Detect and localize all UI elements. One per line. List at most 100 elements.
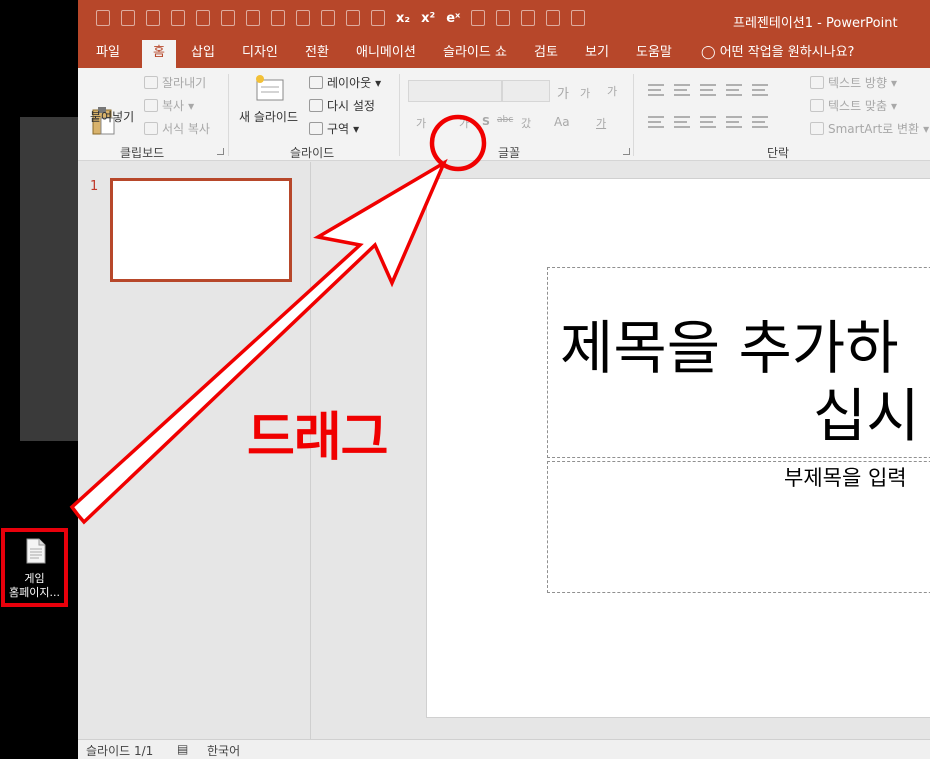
- paste-label[interactable]: 붙여넣기: [90, 108, 134, 125]
- font-name-select[interactable]: [408, 80, 502, 102]
- slide-counter: 슬라이드 1/1: [86, 744, 154, 758]
- line-spacing-icon[interactable]: [752, 84, 768, 96]
- font-launcher-icon[interactable]: [623, 148, 630, 155]
- tab-animations[interactable]: 애니메이션: [356, 40, 416, 68]
- title-placeholder[interactable]: 제목을 추가하 십시: [547, 267, 930, 458]
- tab-file[interactable]: 파일: [96, 40, 120, 68]
- tell-me-search[interactable]: ◯ 어떤 작업을 원하시나요?: [701, 40, 854, 68]
- char-spacing-button[interactable]: 갔: [521, 115, 531, 131]
- background-window: [20, 117, 78, 441]
- shape-effects-icon[interactable]: [346, 10, 360, 26]
- font-color-button[interactable]: 가: [596, 115, 606, 131]
- new-slide-button[interactable]: 새 슬라이드: [239, 108, 298, 125]
- align-icon[interactable]: [146, 10, 160, 26]
- distribute-icon[interactable]: [171, 10, 185, 26]
- align-center-icon[interactable]: [674, 116, 690, 128]
- increase-indent-icon[interactable]: [726, 84, 742, 96]
- desktop-file-icon[interactable]: 게임 홈페이지...: [1, 528, 68, 607]
- arrange-icon[interactable]: [246, 10, 260, 26]
- new-file-icon[interactable]: [121, 10, 135, 26]
- document-icon: [26, 538, 46, 564]
- tab-transitions[interactable]: 전환: [305, 40, 329, 68]
- copy-icon: [144, 99, 158, 112]
- clipboard-launcher-icon[interactable]: [217, 148, 224, 155]
- clear-format-button[interactable]: 가: [607, 83, 617, 99]
- shadow-button[interactable]: S: [482, 115, 490, 128]
- reset-label: 다시 설정: [327, 99, 375, 113]
- ribbon: 붙여넣기 잘라내기 복사 ▾ 서식 복사 클립보드 새 슬라이드 레이아웃 ▾ 다시…: [78, 68, 930, 161]
- tab-view[interactable]: 보기: [585, 40, 609, 68]
- format-painter-button[interactable]: 서식 복사: [144, 120, 210, 137]
- strikethrough-button[interactable]: abc: [497, 115, 513, 125]
- reset-button[interactable]: 다시 설정: [309, 97, 375, 114]
- new-slide-icon[interactable]: [254, 74, 286, 102]
- superscript-button[interactable]: x²: [421, 11, 435, 26]
- numbering-icon[interactable]: [674, 84, 690, 96]
- table-grid-icon[interactable]: [571, 10, 586, 26]
- slide-editor: 제목을 추가하 십시 부제목을 입력: [312, 162, 930, 739]
- layout-label: 레이아웃: [327, 76, 372, 90]
- clipboard-group-label: 클립보드: [120, 146, 165, 160]
- equation-button[interactable]: eˣ: [446, 11, 460, 26]
- tell-me-text: 어떤 작업을 원하시나요?: [719, 45, 855, 60]
- shrink-font-button[interactable]: 가: [580, 85, 590, 101]
- chevron-down-icon: ▾: [375, 75, 382, 90]
- sort-icon[interactable]: [521, 10, 536, 26]
- tab-home[interactable]: 홈: [142, 40, 176, 68]
- line-spacing-icon[interactable]: [471, 10, 486, 26]
- align-text-button[interactable]: 텍스트 맞춤 ▾: [810, 97, 897, 114]
- accessibility-icon[interactable]: ▤: [177, 742, 188, 756]
- columns-icon[interactable]: [496, 10, 511, 26]
- decrease-indent-icon[interactable]: [700, 84, 716, 96]
- reset-icon: [309, 99, 323, 112]
- align-text-icon: [810, 99, 824, 112]
- file-label-line1: 게임: [24, 572, 45, 585]
- smartart-button[interactable]: SmartArt로 변환 ▾: [810, 120, 929, 137]
- cut-button[interactable]: 잘라내기: [144, 74, 206, 91]
- section-button[interactable]: 구역 ▾: [309, 120, 359, 137]
- columns-icon[interactable]: [752, 116, 768, 128]
- align-right-icon[interactable]: [700, 116, 716, 128]
- change-case-button[interactable]: Aa: [554, 115, 570, 129]
- align-left-icon[interactable]: [648, 116, 664, 128]
- tab-help[interactable]: 도움말: [636, 40, 672, 68]
- justify-icon[interactable]: [726, 116, 742, 128]
- slide-canvas[interactable]: 제목을 추가하 십시 부제목을 입력: [426, 178, 930, 718]
- ellipse-icon[interactable]: [371, 10, 385, 26]
- layout-button[interactable]: 레이아웃 ▾: [309, 74, 381, 91]
- smartart-label: SmartArt로 변환: [828, 122, 920, 136]
- bar-icon[interactable]: [196, 10, 210, 26]
- bold-button[interactable]: 가: [416, 115, 426, 131]
- chevron-down-icon: ▾: [923, 121, 930, 136]
- chevron-down-icon: ▾: [891, 75, 898, 90]
- slide-number: 1: [90, 179, 99, 194]
- scissors-icon: [144, 76, 158, 89]
- underline-button[interactable]: 가: [459, 115, 469, 131]
- powerpoint-window: x₂ x² eˣ 프레젠테이션1 - PowerPoint 파일 홈 삽입 디자…: [78, 0, 930, 759]
- text-direction-button[interactable]: 텍스트 방향 ▾: [810, 74, 897, 91]
- grid-icon[interactable]: [96, 10, 110, 26]
- subtitle-placeholder[interactable]: 부제목을 입력: [547, 461, 930, 593]
- table-icon[interactable]: [546, 10, 561, 26]
- shape-align-icon[interactable]: [221, 10, 235, 26]
- text-direction-label: 텍스트 방향: [828, 76, 888, 90]
- bullets-icon[interactable]: [648, 84, 664, 96]
- tab-review[interactable]: 검토: [534, 40, 558, 68]
- cut-label: 잘라내기: [162, 76, 207, 90]
- font-size-select[interactable]: [502, 80, 550, 102]
- shape-outline-icon[interactable]: [321, 10, 335, 26]
- grow-font-button[interactable]: 가: [557, 83, 569, 102]
- chevron-down-icon: ▾: [353, 121, 360, 136]
- language-indicator[interactable]: 한국어: [207, 742, 240, 759]
- tab-insert[interactable]: 삽입: [191, 40, 215, 68]
- tab-design[interactable]: 디자인: [242, 40, 278, 68]
- group-icon[interactable]: [271, 10, 285, 26]
- copy-button[interactable]: 복사 ▾: [144, 97, 194, 114]
- align-buttons: [648, 116, 768, 128]
- group-divider: [399, 74, 400, 156]
- subscript-button[interactable]: x₂: [396, 11, 410, 26]
- slide-thumbnail[interactable]: [110, 178, 292, 282]
- drag-annotation-label: 드래그: [247, 408, 389, 468]
- tab-slideshow[interactable]: 슬라이드 쇼: [443, 40, 507, 68]
- shape-fill-icon[interactable]: [296, 10, 310, 26]
